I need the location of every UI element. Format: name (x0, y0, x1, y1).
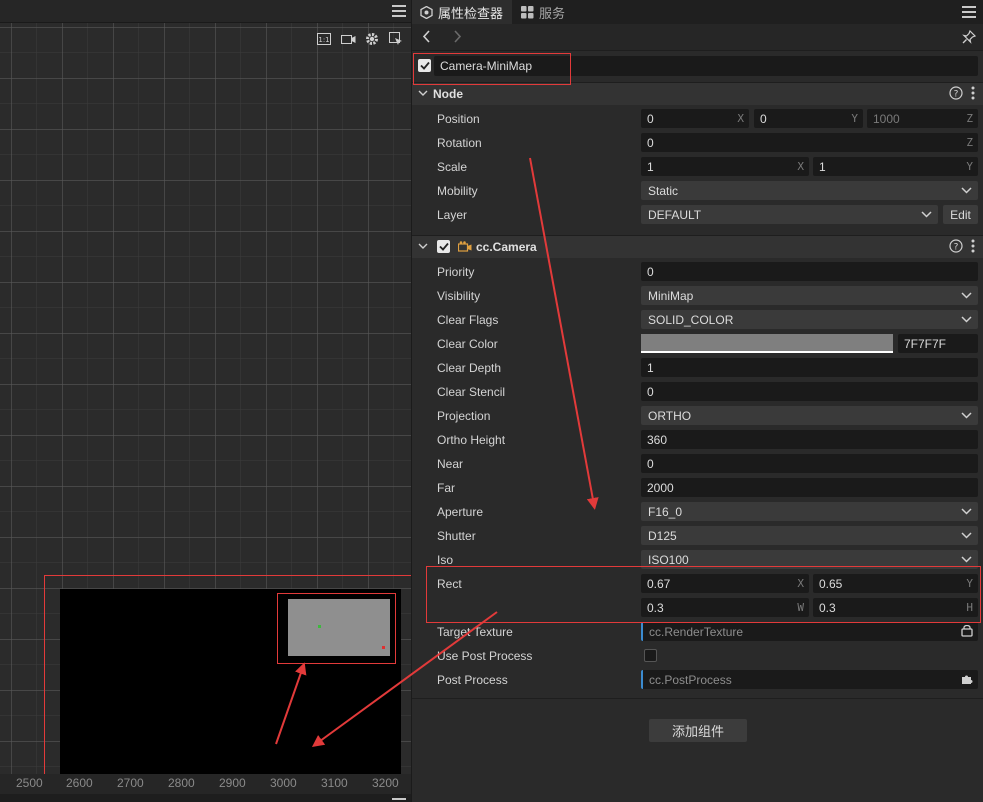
annotation-arrows (275, 157, 599, 747)
arrow-to-minimap (311, 611, 498, 747)
arrow-to-minimap-corner (275, 662, 307, 745)
arrow-to-rect (529, 157, 599, 510)
